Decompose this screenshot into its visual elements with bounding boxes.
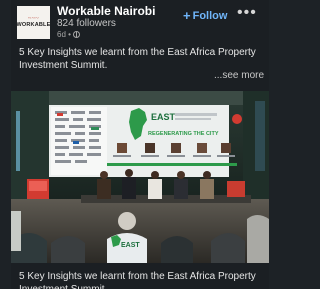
plus-icon: + (183, 8, 191, 23)
company-name[interactable]: Workable Nairobi (57, 4, 155, 18)
see-more-link[interactable]: ...see more (214, 70, 264, 81)
logo-text: WORKABLE (16, 22, 51, 29)
post-meta: 6d • (57, 30, 80, 39)
follow-button[interactable]: + Follow (183, 9, 227, 22)
screen-event-text: EAST (151, 112, 176, 122)
company-logo[interactable]: ~~~ WORKABLE (17, 6, 50, 39)
screen-title-text: REGENERATING THE CITY (148, 131, 219, 137)
post-age: 6d • (57, 30, 71, 39)
post-image[interactable]: EAST REGENERATING THE CITY EAST (11, 91, 269, 263)
post-text: 5 Key Insights we learnt from the East A… (19, 47, 256, 71)
jacket-text: EAST (121, 242, 140, 249)
follower-count: 824 followers (57, 18, 116, 29)
follow-label: Follow (192, 9, 228, 22)
conference-photo: EAST REGENERATING THE CITY EAST (11, 91, 269, 263)
more-options-icon[interactable]: ••• (237, 4, 257, 22)
post-card: ~~~ WORKABLE Workable Nairobi 824 follow… (11, 0, 269, 289)
post-header: ~~~ WORKABLE Workable Nairobi 824 follow… (11, 0, 269, 44)
repost-text: 5 Key Insights we learnt from the East A… (19, 271, 256, 289)
globe-icon (72, 31, 80, 38)
